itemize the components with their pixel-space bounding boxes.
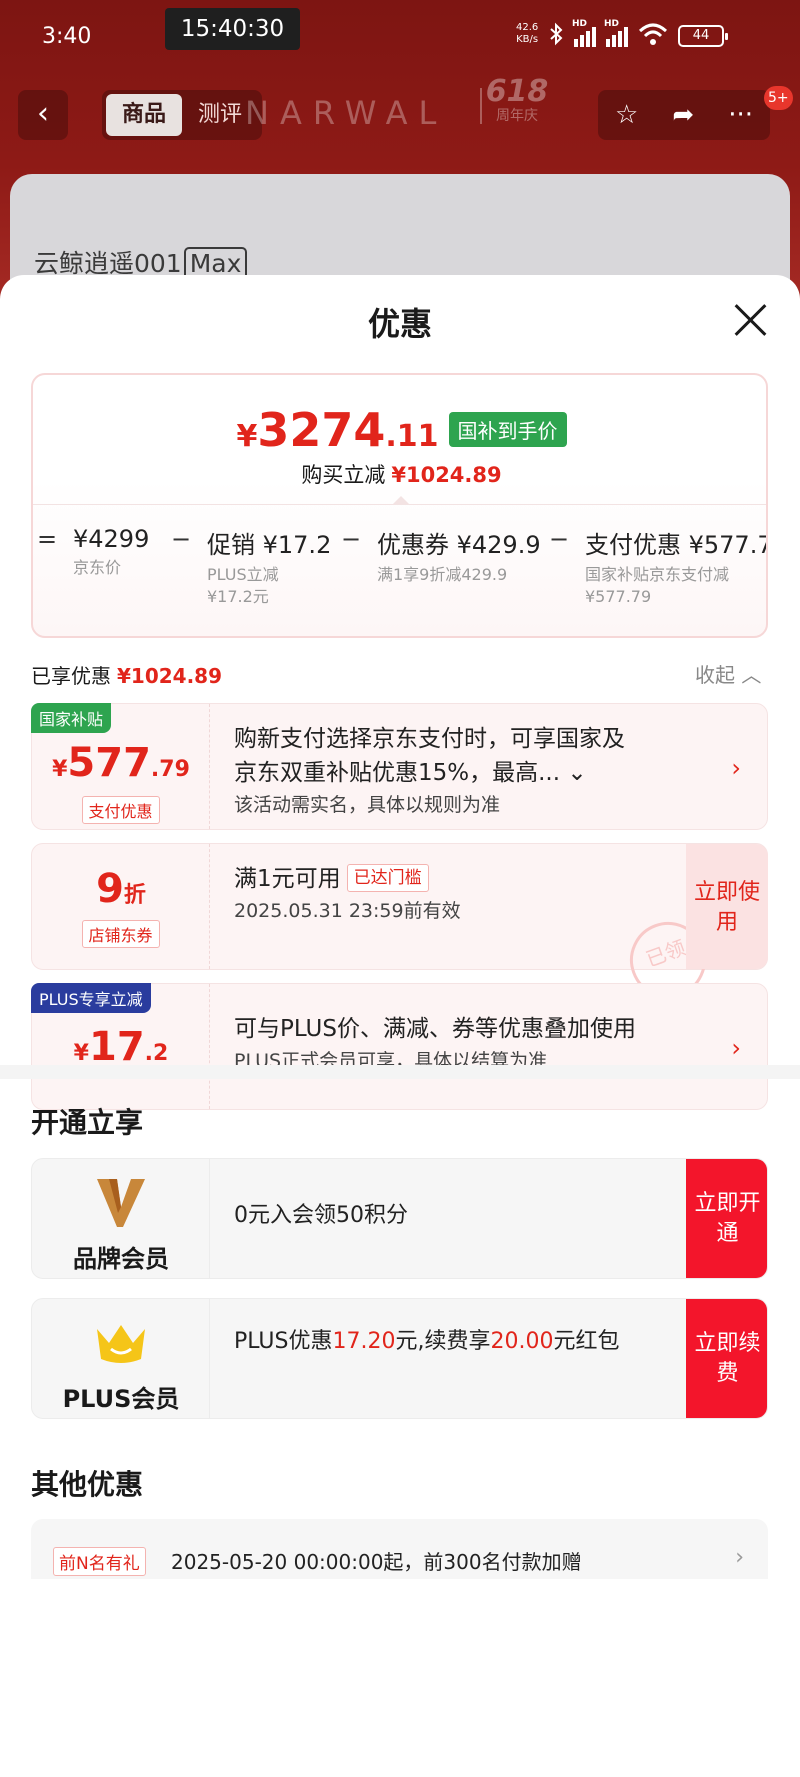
wifi-icon (638, 22, 668, 50)
coupon-value-box: PLUS专享立减 ¥17.2 (31, 983, 210, 1109)
brand-member-icon (91, 1179, 151, 1237)
favorite-icon[interactable]: ☆ (615, 100, 638, 130)
enjoyed-discount: 已享优惠 ¥1024.89 (31, 664, 223, 688)
coupon-value-box: 9折 店铺东券 (32, 844, 210, 969)
signal-icon: HD (604, 19, 628, 47)
floating-clock: 15:40:30 (165, 8, 300, 50)
chevron-right-icon: › (731, 754, 741, 782)
gift-tag: 前N名有礼 (53, 1547, 146, 1576)
nav-tabs: 商品 测评 (102, 90, 262, 140)
status-bar: 3:40 15:40:30 42.6 KB/s HD HD 44 (0, 0, 800, 70)
coupon-store: 9折 店铺东券 满1元可用 已达门槛 2025.05.31 23:59前有效 已领… (31, 843, 768, 1009)
final-price: ¥3274.11 (236, 403, 439, 457)
signal-icon: HD (572, 19, 596, 47)
price-summary: ¥3274.11 国补到手价 购买立减 ¥1024.89 = ¥4299 京东价 … (31, 373, 768, 638)
other-discount-item[interactable]: 前N名有礼 2025-05-20 00:00:00起，前300名付款加赠 › (31, 1519, 768, 1579)
member-brand: 品牌会员 0元入会领50积分 立即开通 (31, 1158, 768, 1279)
operator: − (549, 525, 570, 553)
crown-icon (93, 1325, 149, 1371)
share-icon[interactable]: ➦ (672, 100, 694, 130)
renew-now-button[interactable]: 立即续费 (686, 1299, 767, 1418)
nav-actions: ☆ ➦ ··· (598, 90, 770, 140)
member-logo: 品牌会员 (32, 1159, 210, 1278)
coupon-badge: PLUS专享立减 (31, 983, 151, 1013)
battery-icon: 44 (678, 25, 728, 47)
coupon-description: 满1元可用 已达门槛 2025.05.31 23:59前有效 (234, 864, 461, 922)
coupon-amount: ¥17.2 (73, 1024, 169, 1070)
section-title-open: 开通立享 (31, 1106, 144, 1139)
operator: = (37, 525, 58, 553)
chevron-right-icon: › (735, 1545, 744, 1570)
operator: − (341, 525, 362, 553)
use-now-button[interactable]: 立即使用 (686, 844, 768, 969)
coupon-type-tag: 店铺东券 (81, 920, 160, 948)
anniversary-logo: 618 周年庆 (485, 74, 549, 124)
join-now-button[interactable]: 立即开通 (686, 1159, 767, 1278)
operator: − (171, 525, 192, 553)
section-title-other: 其他优惠 (31, 1468, 144, 1501)
breakdown-item-payment: 支付优惠 ¥577.79 国家补贴京东支付减 ¥577.79 (585, 531, 768, 606)
product-navbar: ‹ 商品 测评 NARWAL 618 周年庆 ☆ ➦ ··· 5+ (0, 74, 800, 144)
coupon-description: 购新支付选择京东支付时，可享国家及 京东双重补贴优惠15%，最高... ⌄ 该活… (234, 726, 625, 816)
close-button[interactable] (728, 297, 774, 343)
coupon-type-tag: 支付优惠 (81, 796, 160, 824)
summary-pointer (392, 496, 410, 505)
bluetooth-icon (548, 22, 564, 50)
brand-logo: NARWAL (245, 94, 448, 132)
member-logo: PLUS会员 (32, 1299, 210, 1418)
section-divider (0, 1065, 800, 1079)
coupon-amount: 9折 (96, 866, 146, 912)
chevron-right-icon: › (731, 1034, 741, 1062)
final-price-row: ¥3274.11 国补到手价 (33, 403, 766, 457)
status-time: 3:40 (42, 24, 92, 49)
back-button[interactable]: ‹ (18, 90, 68, 140)
chevron-up-icon: ︿ (741, 663, 762, 687)
network-speed: 42.6 KB/s (516, 22, 539, 45)
other-discount-text: 2025-05-20 00:00:00起，前300名付款加赠 (171, 1550, 582, 1574)
member-benefit: PLUS优惠17.20元,续费享20.00元红包 (234, 1329, 620, 1354)
member-benefit: 0元入会领50积分 (234, 1203, 408, 1228)
tab-product[interactable]: 商品 (106, 94, 182, 136)
more-icon[interactable]: ··· (728, 100, 753, 130)
coupon-national-subsidy[interactable]: 国家补贴 ¥577.79 支付优惠 购新支付选择京东支付时，可享国家及 京东双重… (31, 703, 768, 830)
price-type-badge: 国补到手价 (448, 412, 567, 447)
member-plus: PLUS会员 PLUS优惠17.20元,续费享20.00元红包 立即续费 (31, 1298, 768, 1419)
coupon-plus[interactable]: PLUS专享立减 ¥17.2 可与PLUS价、满减、券等优惠叠加使用 PLUS正… (31, 983, 768, 1110)
sheet-title: 优惠 (367, 305, 432, 343)
price-breakdown: = ¥4299 京东价 − 促销 ¥17.2 PLUS立减 ¥17.2元 − 优… (33, 525, 768, 615)
notification-badge: 5+ (764, 86, 793, 110)
collapse-button[interactable]: 收起 ︿ (695, 659, 761, 688)
total-reduction: 购买立减 ¥1024.89 (301, 463, 502, 487)
threshold-met-badge: 已达门槛 (346, 864, 429, 892)
discount-sheet: 优惠 ¥3274.11 国补到手价 购买立减 ¥1024.89 = ¥4299 京… (0, 275, 800, 1777)
status-icons: HD HD 44 (548, 19, 728, 50)
coupon-amount: ¥577.79 (52, 740, 190, 786)
coupon-value-box: 国家补贴 ¥577.79 支付优惠 (31, 703, 210, 829)
breakdown-item-coupon: 优惠券 ¥429.9 满1享9折减429.9 (377, 531, 541, 584)
breakdown-item-promo: 促销 ¥17.2 PLUS立减 ¥17.2元 (207, 531, 332, 606)
breakdown-item-jd-price: ¥4299 京东价 (73, 525, 150, 577)
coupon-badge: 国家补贴 (31, 703, 112, 733)
